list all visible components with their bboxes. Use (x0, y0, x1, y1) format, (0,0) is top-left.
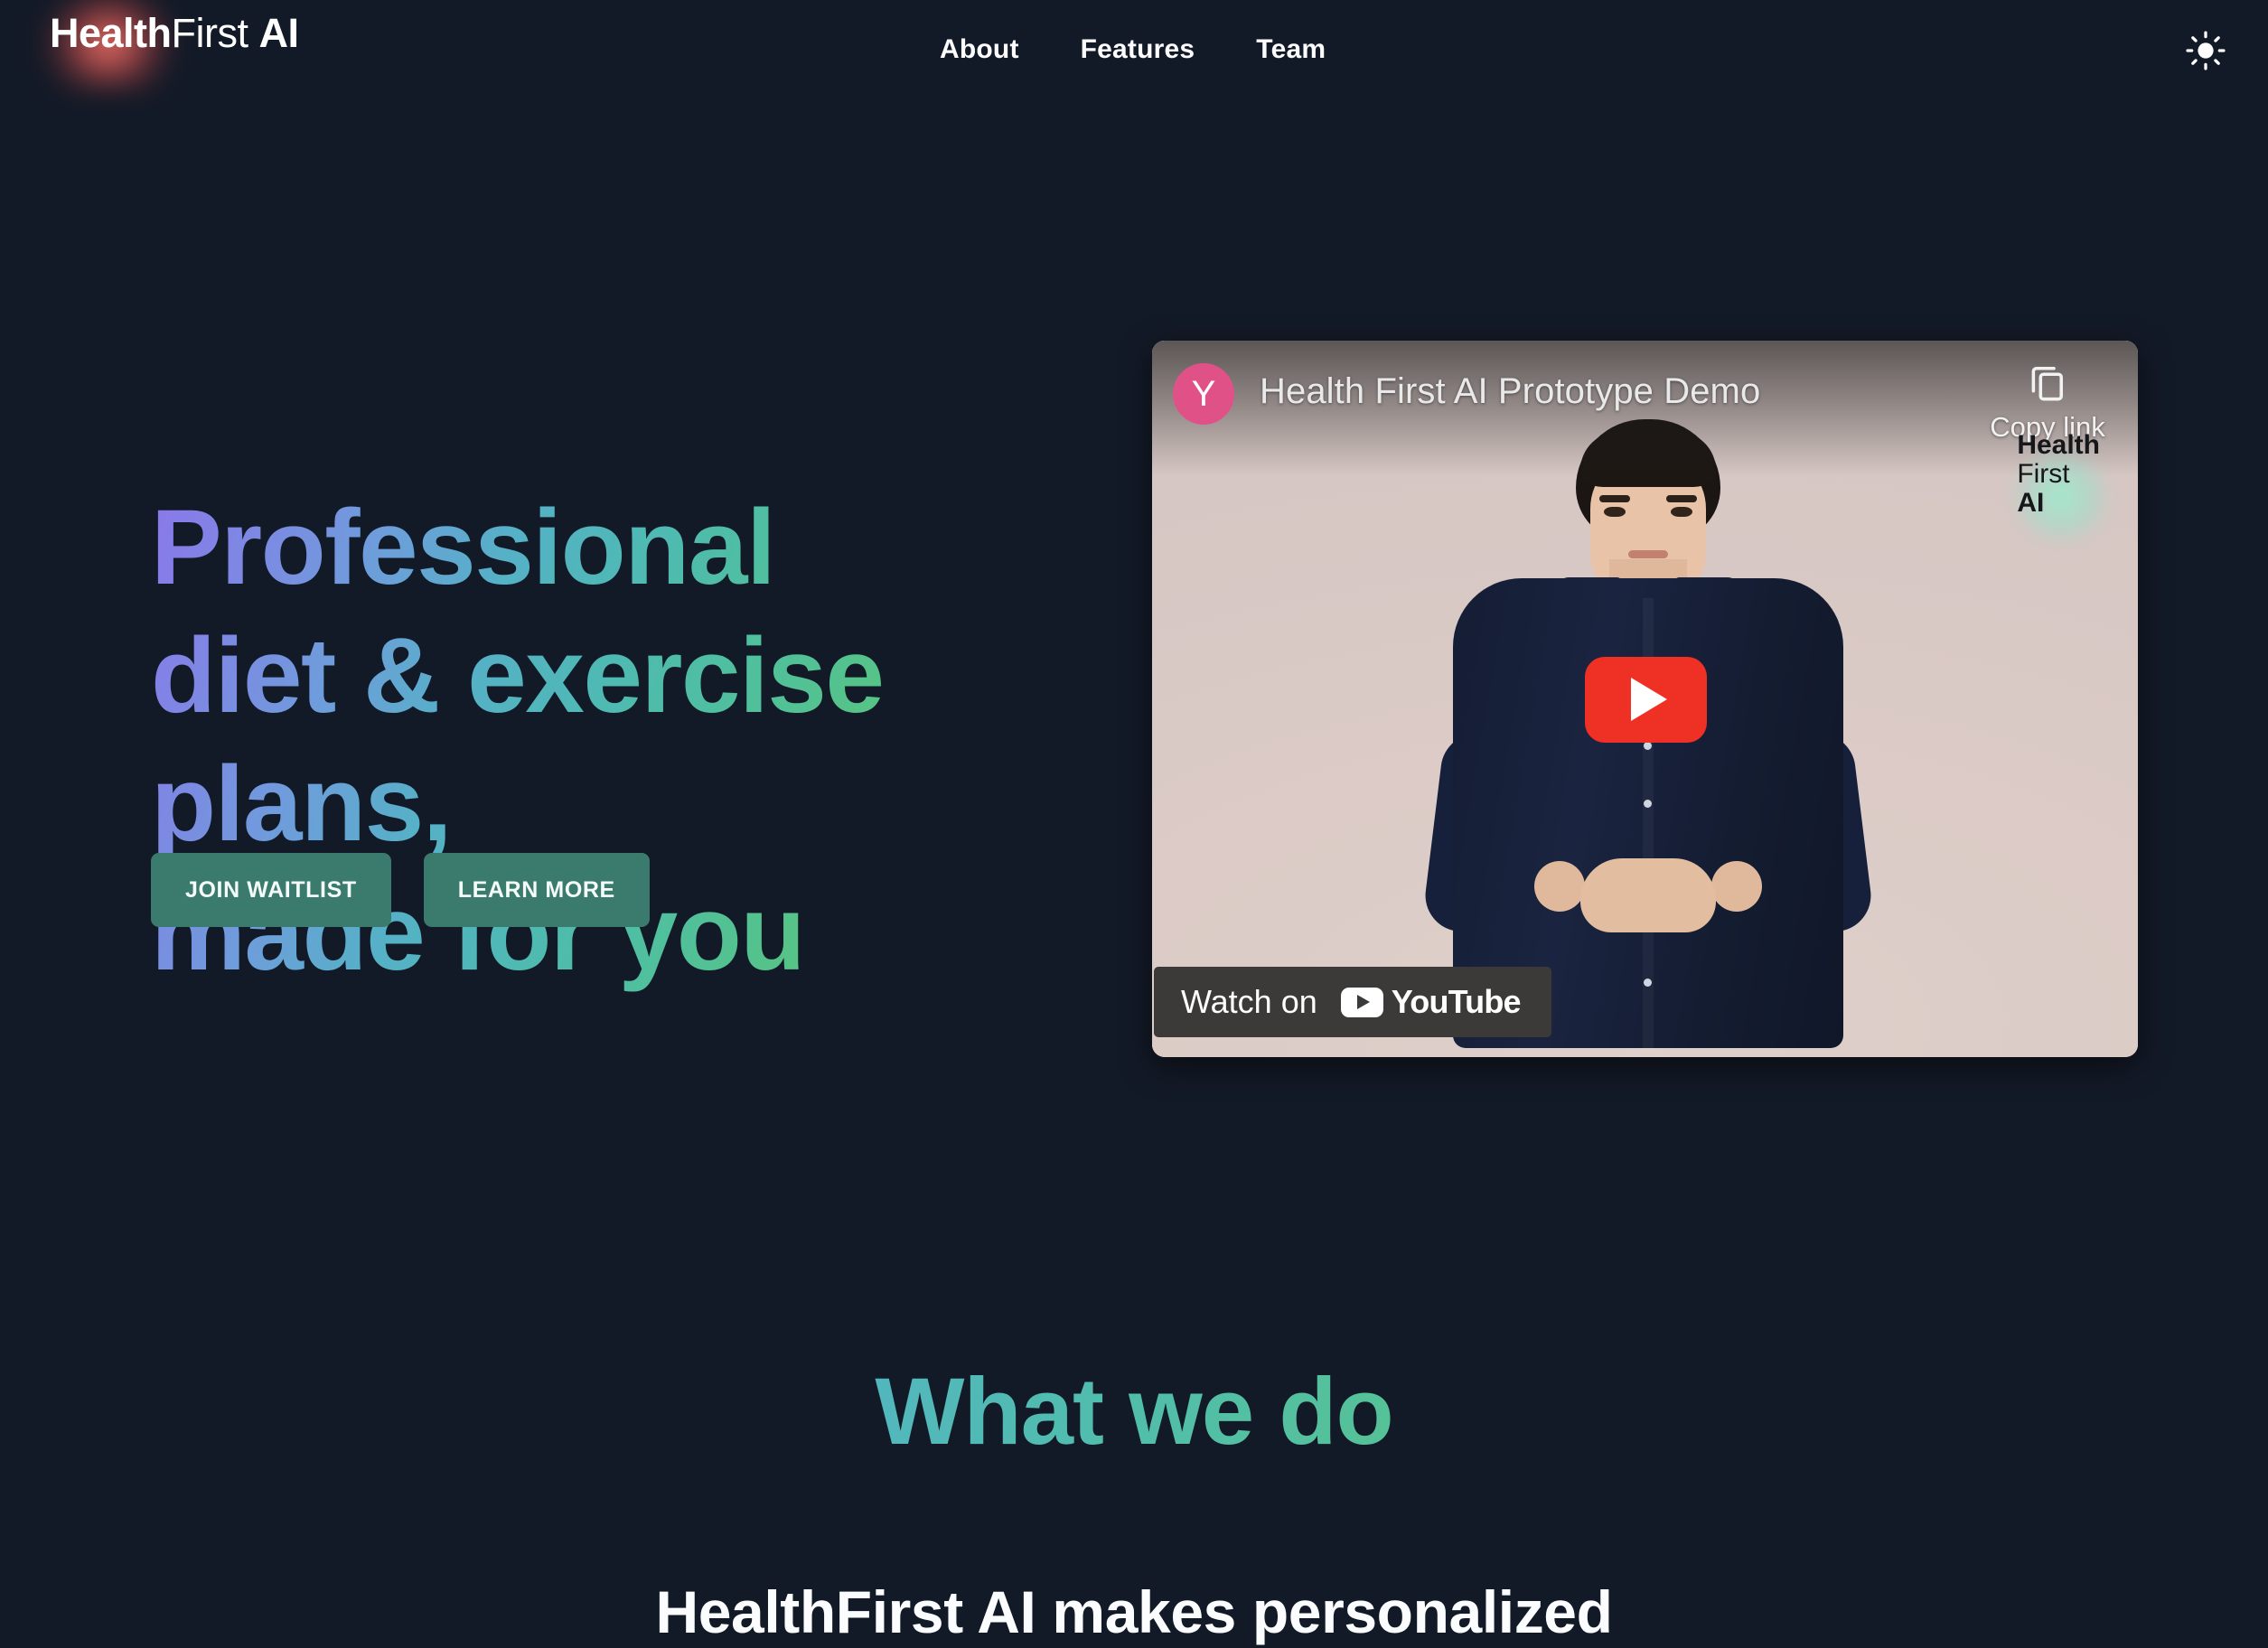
nav-links: About Features Team (940, 0, 1326, 99)
what-we-do-title: What we do (0, 1360, 2268, 1465)
hero-headline-line-2: diet & exercise plans, (151, 616, 884, 865)
learn-more-button[interactable]: LEARN MORE (423, 853, 650, 927)
play-button[interactable] (1584, 656, 1707, 743)
watermark-line-3: AI (2017, 487, 2045, 518)
video-player-embed[interactable]: Y Health First AI Prototype Demo Copy li… (1152, 341, 2138, 1057)
top-navigation-bar: HealthFirst AI About Features Team (0, 0, 2268, 99)
youtube-wordmark: YouTube (1391, 983, 1522, 1020)
logo-text-health: Health (50, 10, 172, 56)
logo[interactable]: HealthFirst AI (0, 0, 470, 99)
sun-icon (2186, 31, 2226, 70)
nav-link-about[interactable]: About (940, 34, 1019, 65)
hero-headline-line-1: Professional (151, 488, 775, 607)
copy-icon (2031, 366, 2063, 401)
what-we-do-subtitle: HealthFirst AI makes personalized (655, 1578, 1613, 1645)
video-title[interactable]: Health First AI Prototype Demo (1260, 371, 1760, 412)
channel-avatar[interactable]: Y (1173, 363, 1234, 425)
play-icon (1631, 678, 1667, 721)
youtube-logo: YouTube (1340, 983, 1522, 1021)
nav-link-team[interactable]: Team (1256, 34, 1326, 65)
logo-text-first: First (171, 10, 248, 56)
watch-on-youtube-button[interactable]: Watch on YouTube (1154, 967, 1551, 1037)
video-watermark: Health First AI (2017, 431, 2100, 517)
join-waitlist-button[interactable]: JOIN WAITLIST (151, 853, 391, 927)
hero-button-row: JOIN WAITLIST LEARN MORE (151, 853, 650, 927)
logo-text-ai: AI (258, 10, 300, 56)
watermark-line-1: Health (2017, 430, 2100, 460)
watermark-line-2: First (2017, 458, 2070, 489)
theme-toggle-button[interactable] (2185, 30, 2226, 71)
youtube-play-icon (1340, 987, 1383, 1017)
nav-link-features[interactable]: Features (1081, 34, 1195, 65)
watch-on-label: Watch on (1181, 983, 1317, 1020)
